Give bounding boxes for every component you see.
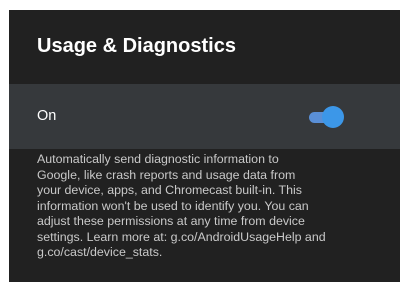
description-line: adjust these permissions at any time fro… [37, 214, 305, 228]
description-text: Automatically send diagnostic informatio… [37, 152, 377, 261]
panel-header: Usage & Diagnostics [9, 10, 400, 83]
description-line: information won't be used to identify yo… [37, 198, 309, 213]
settings-panel: Usage & Diagnostics On Automatically sen… [9, 10, 400, 282]
description-line: your device, apps, and Chromecast built-… [37, 183, 302, 197]
switch-thumb [322, 106, 344, 128]
toggle-label: On [37, 108, 57, 124]
usage-diagnostics-switch[interactable] [307, 104, 347, 130]
description-line: g.co/cast/device_stats. [37, 245, 163, 259]
description-line: Google, like crash reports and usage dat… [37, 167, 296, 182]
usage-diagnostics-toggle-row[interactable]: On [9, 84, 400, 149]
description-line: settings. Learn more at: g.co/AndroidUsa… [37, 229, 326, 244]
page-title: Usage & Diagnostics [37, 35, 236, 57]
description-line: Automatically send diagnostic informatio… [37, 152, 279, 166]
